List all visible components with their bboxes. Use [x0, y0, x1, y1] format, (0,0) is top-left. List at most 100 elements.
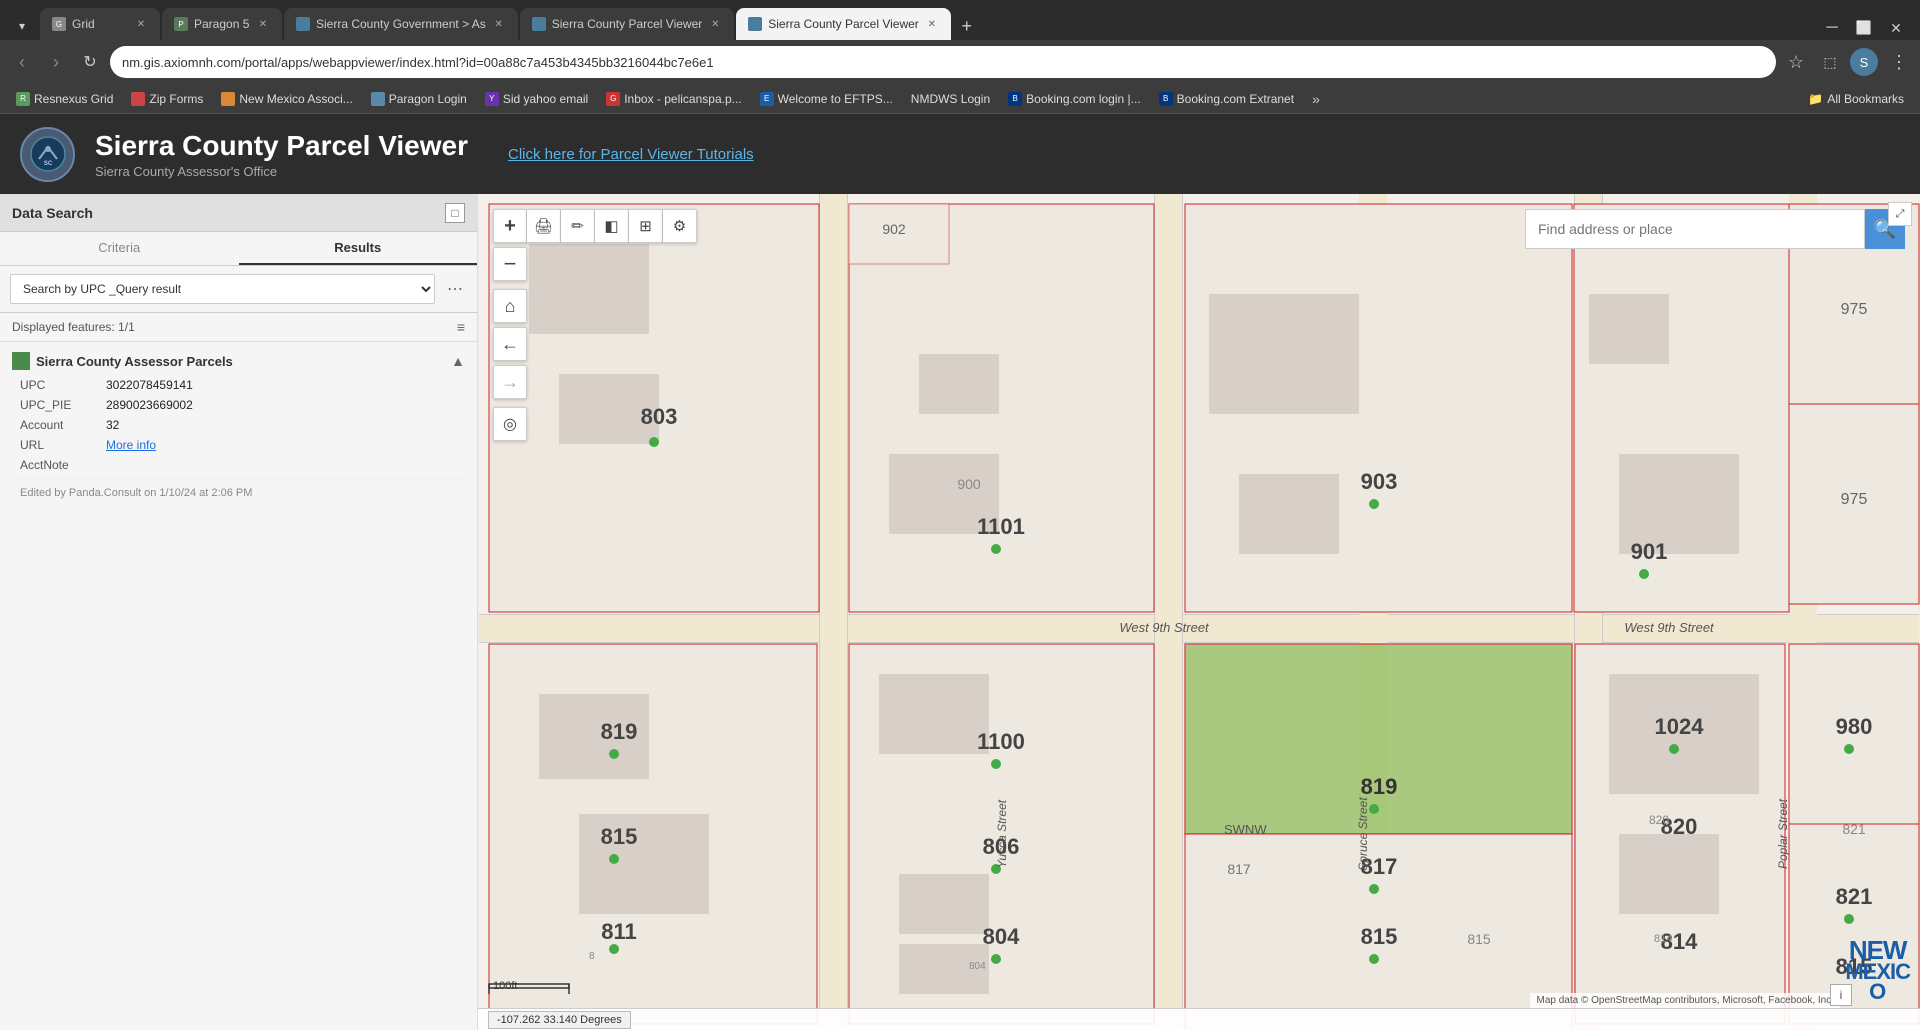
svg-text:811: 811 — [601, 919, 637, 944]
bookmarks-more-button[interactable]: » — [1304, 87, 1328, 111]
close-button[interactable]: ✕ — [1884, 16, 1908, 40]
bookmark-nmdws[interactable]: NMDWS Login — [903, 87, 998, 111]
bookmark-yahoo[interactable]: Y Sid yahoo email — [477, 87, 596, 111]
bookmark-label: Sid yahoo email — [503, 92, 588, 106]
tab-paragon[interactable]: P Paragon 5 ✕ — [162, 8, 282, 40]
home-button[interactable]: ⌂ — [493, 289, 527, 323]
bookmark-favicon: R — [16, 92, 30, 106]
profile-avatar[interactable]: S — [1850, 48, 1878, 76]
main-content: Data Search □ Criteria Results Search by… — [0, 194, 1920, 1030]
tab-favicon — [532, 17, 546, 31]
svg-text:804: 804 — [983, 924, 1020, 949]
all-bookmarks-button[interactable]: 📁 All Bookmarks — [1800, 90, 1912, 108]
map-statusbar: -107.262 33.140 Degrees — [478, 1008, 1920, 1030]
sidebar-controls: Search by UPC _Query result ⋯ — [0, 266, 477, 313]
map-expand-button[interactable]: ⤢ — [1888, 202, 1912, 226]
svg-text:817: 817 — [1227, 861, 1251, 877]
results-info-bar: Displayed features: 1/1 ≡ — [0, 313, 477, 342]
sort-icon[interactable]: ≡ — [457, 319, 465, 335]
edit-button[interactable]: ✏ — [561, 209, 595, 243]
tab-results[interactable]: Results — [239, 232, 478, 265]
back-button[interactable]: ‹ — [8, 48, 36, 76]
bookmark-inbox[interactable]: G Inbox - pelicanspa.p... — [598, 87, 749, 111]
map-container: 803 1101 900 902 802 903 904 901 — [478, 194, 1920, 1030]
edited-by-text: Edited by Panda.Consult on 1/10/24 at 2:… — [12, 478, 465, 499]
collapse-icon[interactable]: ▲ — [451, 353, 465, 369]
print-button[interactable]: 🖨 — [527, 209, 561, 243]
tutorial-link[interactable]: Click here for Parcel Viewer Tutorials — [508, 146, 754, 163]
parcel-section-header: Sierra County Assessor Parcels ▲ — [12, 352, 465, 370]
more-options-icon[interactable]: ⋯ — [443, 275, 467, 303]
upc-pie-value: 2890023669002 — [106, 398, 193, 412]
bookmark-favicon: Y — [485, 92, 499, 106]
tab-grid[interactable]: G Grid ✕ — [40, 8, 160, 40]
tab-close-icon[interactable]: ✕ — [925, 17, 939, 31]
bookmark-booking-extranet[interactable]: B Booking.com Extranet — [1151, 87, 1302, 111]
bookmark-label: Paragon Login — [389, 92, 467, 106]
tab-parcel-1[interactable]: Sierra County Parcel Viewer ✕ — [520, 8, 735, 40]
tab-close-icon[interactable]: ✕ — [708, 17, 722, 31]
green-square-icon — [12, 352, 30, 370]
bookmark-label: Booking.com login |... — [1026, 92, 1141, 106]
tab-label: Paragon 5 — [194, 17, 250, 31]
tab-sierra-gov[interactable]: Sierra County Government > As ✕ — [284, 8, 518, 40]
extension-puzzle-icon[interactable]: ⬚ — [1816, 48, 1844, 76]
sidebar-header: Data Search □ — [0, 194, 477, 232]
layers-button[interactable]: ◧ — [595, 209, 629, 243]
grid-button[interactable]: ⊞ — [629, 209, 663, 243]
bookmark-newmexico[interactable]: New Mexico Associ... — [213, 87, 360, 111]
svg-text:815: 815 — [1361, 924, 1398, 949]
bookmark-eftps[interactable]: E Welcome to EFTPS... — [752, 87, 901, 111]
new-tab-button[interactable]: + — [953, 12, 981, 40]
tools-button[interactable]: ⚙ — [663, 209, 697, 243]
tab-favicon: G — [52, 17, 66, 31]
tab-close-icon[interactable]: ✕ — [256, 17, 270, 31]
svg-text:West 9th Street: West 9th Street — [1119, 620, 1210, 635]
tab-parcel-2-active[interactable]: Sierra County Parcel Viewer ✕ — [736, 8, 951, 40]
url-link[interactable]: More info — [106, 438, 156, 452]
all-bookmarks-label: All Bookmarks — [1827, 92, 1904, 106]
search-dropdown[interactable]: Search by UPC _Query result — [10, 274, 435, 304]
menu-dots-icon[interactable]: ⋮ — [1884, 48, 1912, 76]
tab-label: Sierra County Parcel Viewer — [768, 17, 919, 31]
bookmark-star-icon[interactable]: ☆ — [1782, 48, 1810, 76]
tab-chevron[interactable]: ▾ — [8, 12, 36, 40]
map-search-input[interactable] — [1525, 209, 1865, 249]
back-nav-button[interactable]: ← — [493, 327, 527, 361]
map-search: 🔍 — [1525, 209, 1905, 249]
bookmark-booking[interactable]: B Booking.com login |... — [1000, 87, 1149, 111]
reload-button[interactable]: ↻ — [76, 48, 104, 76]
zoom-out-button[interactable]: − — [493, 247, 527, 281]
app-logo: SC — [20, 127, 75, 182]
window-controls: ─ ⬜ ✕ — [1820, 16, 1920, 40]
sidebar: Data Search □ Criteria Results Search by… — [0, 194, 478, 1030]
tab-label: Sierra County Parcel Viewer — [552, 17, 703, 31]
sidebar-tabs: Criteria Results — [0, 232, 477, 266]
attribution-expand-button[interactable]: i — [1830, 984, 1852, 1006]
minimize-button[interactable]: ─ — [1820, 16, 1844, 40]
browser-chrome: ▾ G Grid ✕ P Paragon 5 ✕ Sierra County G… — [0, 0, 1920, 114]
tab-close-icon[interactable]: ✕ — [492, 17, 506, 31]
app-title-block: Sierra County Parcel Viewer Sierra Count… — [95, 130, 468, 179]
address-bar[interactable]: nm.gis.axiomnh.com/portal/apps/webappvie… — [110, 46, 1776, 78]
upc-pie-label: UPC_PIE — [20, 398, 100, 412]
tab-criteria[interactable]: Criteria — [0, 232, 239, 265]
bookmark-paragon[interactable]: Paragon Login — [363, 87, 475, 111]
svg-text:819: 819 — [601, 719, 638, 744]
bookmark-favicon: G — [606, 92, 620, 106]
tab-close-icon[interactable]: ✕ — [134, 17, 148, 31]
svg-text:West 9th Street: West 9th Street — [1624, 620, 1715, 635]
url-text: nm.gis.axiomnh.com/portal/apps/webappvie… — [122, 55, 714, 70]
zoom-in-button[interactable]: + — [493, 209, 527, 243]
restore-button[interactable]: ⬜ — [1852, 16, 1876, 40]
svg-text:Spruce Street: Spruce Street — [1356, 797, 1370, 871]
svg-text:815: 815 — [601, 824, 638, 849]
forward-button[interactable]: › — [42, 48, 70, 76]
bookmark-favicon: B — [1008, 92, 1022, 106]
sidebar-minimize-button[interactable]: □ — [445, 203, 465, 223]
forward-nav-button[interactable]: → — [493, 365, 527, 399]
bookmark-zipforms[interactable]: Zip Forms — [123, 87, 211, 111]
bookmark-label: Booking.com Extranet — [1177, 92, 1294, 106]
locate-button[interactable]: ◎ — [493, 407, 527, 441]
bookmark-resnexus[interactable]: R Resnexus Grid — [8, 87, 121, 111]
